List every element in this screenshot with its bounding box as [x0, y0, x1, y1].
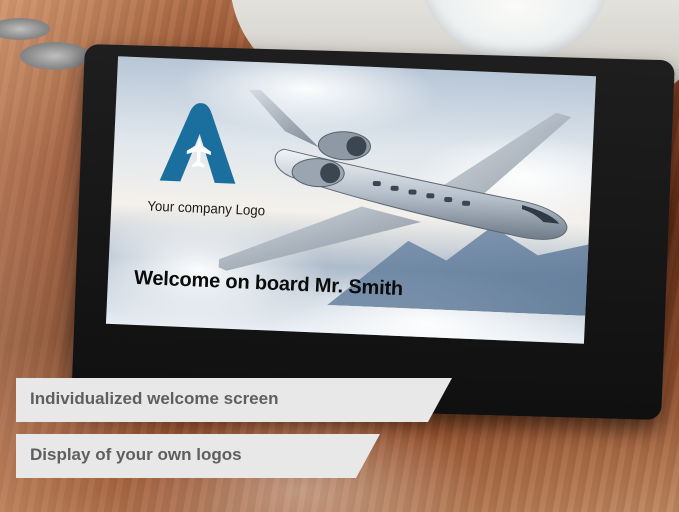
- cupholder: [20, 42, 90, 70]
- caption-banner: Individualized welcome screen: [16, 378, 452, 422]
- caption-banner: Display of your own logos: [16, 434, 380, 478]
- welcome-screen: Your company Logo Welcome on board Mr. S…: [105, 56, 597, 344]
- caption-individualized-welcome: Individualized welcome screen: [30, 389, 279, 408]
- private-jet-image: [218, 88, 572, 271]
- photo-scene: Your company Logo Welcome on board Mr. S…: [0, 0, 679, 512]
- caption-display-logos: Display of your own logos: [30, 445, 242, 464]
